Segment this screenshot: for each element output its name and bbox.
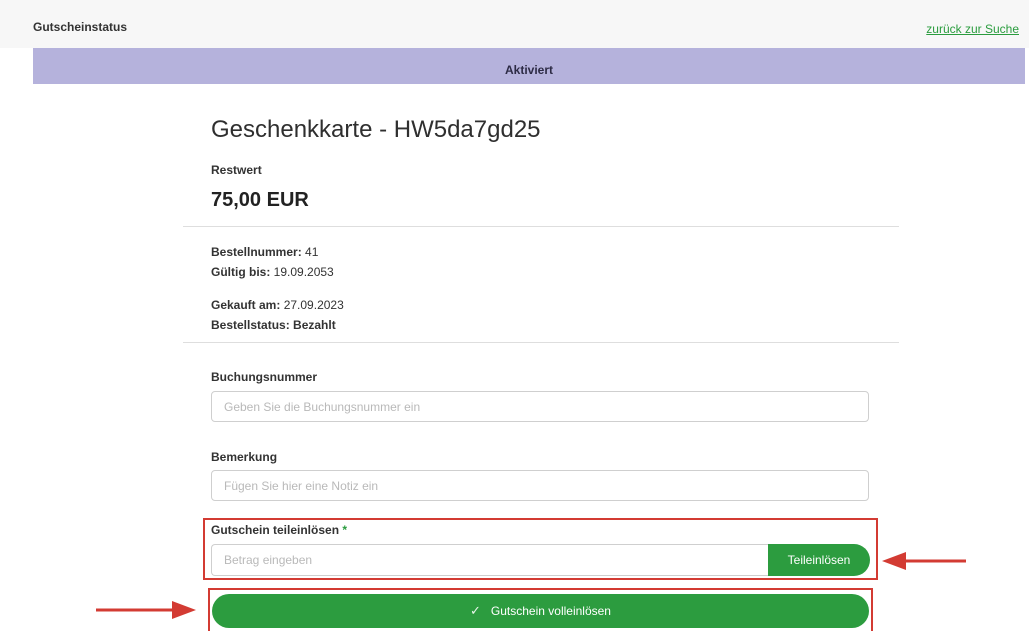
- partial-redeem-label-text: Gutschein teileinlösen: [211, 523, 340, 537]
- valid-until-line: Gültig bis: 19.09.2053: [211, 265, 334, 279]
- order-status-value: Bezahlt: [293, 318, 336, 332]
- purchased-line: Gekauft am: 27.09.2023: [211, 298, 344, 312]
- purchased-label: Gekauft am:: [211, 298, 281, 312]
- booking-number-label: Buchungsnummer: [211, 370, 318, 384]
- partial-amount-input[interactable]: [211, 544, 783, 576]
- valid-until-label: Gültig bis:: [211, 265, 271, 279]
- order-number-label: Bestellnummer:: [211, 245, 302, 259]
- top-bar: Gutscheinstatus zurück zur Suche: [0, 0, 1029, 48]
- divider: [183, 226, 899, 227]
- full-redeem-button[interactable]: ✓ Gutschein volleinlösen: [212, 594, 869, 628]
- order-number-value: 41: [305, 245, 319, 259]
- back-to-search-link[interactable]: zurück zur Suche: [926, 22, 1019, 36]
- required-mark: *: [342, 523, 348, 537]
- valid-until-value: 19.09.2053: [273, 265, 334, 279]
- order-number-line: Bestellnummer: 41: [211, 245, 318, 259]
- voucher-title: Geschenkkarte - HW5da7gd25: [211, 116, 541, 143]
- status-banner: Aktiviert: [33, 48, 1025, 84]
- order-status-line: Bestellstatus: Bezahlt: [211, 318, 336, 332]
- full-redeem-button-label: Gutschein volleinlösen: [490, 604, 611, 618]
- remaining-value-amount: 75,00 EUR: [211, 189, 309, 211]
- check-icon: ✓: [470, 603, 481, 618]
- page-title: Gutscheinstatus: [33, 20, 128, 34]
- purchased-value: 27.09.2023: [283, 298, 344, 312]
- order-status-label: Bestellstatus:: [211, 318, 290, 332]
- status-label: Aktiviert: [504, 63, 554, 77]
- arrow-right-icon: [96, 601, 196, 619]
- remaining-value-label: Restwert: [211, 163, 262, 177]
- arrow-left-icon: [882, 552, 966, 570]
- divider: [183, 342, 899, 343]
- partial-redeem-label: Gutschein teileinlösen *: [211, 523, 347, 537]
- partial-redeem-button[interactable]: Teileinlösen: [768, 544, 870, 576]
- note-input[interactable]: [211, 470, 869, 501]
- booking-number-input[interactable]: [211, 391, 869, 422]
- note-label: Bemerkung: [211, 450, 278, 464]
